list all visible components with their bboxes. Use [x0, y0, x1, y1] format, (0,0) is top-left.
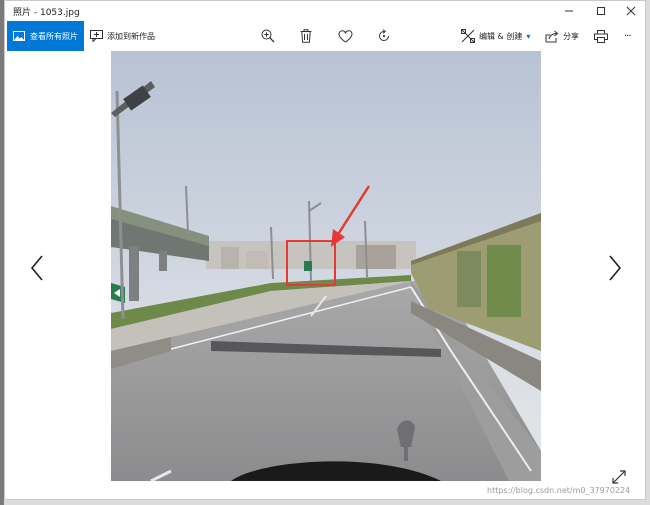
window-title: 照片 - 1053.jpg	[13, 8, 80, 18]
previous-photo-button[interactable]	[25, 251, 49, 285]
chevron-left-icon	[30, 255, 43, 281]
photos-window: 照片 - 1053.jpg 查看所有照片 添加到新作品 编辑 & 创建 ▾ 分享…	[4, 0, 646, 500]
heart-icon	[338, 29, 353, 43]
expand-icon	[612, 470, 626, 484]
more-button[interactable]: ···	[624, 21, 631, 51]
add-to-creation-icon	[90, 30, 103, 42]
share-icon	[545, 30, 559, 42]
print-button[interactable]	[594, 21, 608, 51]
zoom-button[interactable]	[261, 21, 275, 51]
more-icon: ···	[624, 30, 631, 42]
next-photo-button[interactable]	[603, 251, 627, 285]
share-label: 分享	[563, 31, 579, 41]
toolbar: 查看所有照片 添加到新作品 编辑 & 创建 ▾ 分享 ···	[5, 21, 645, 51]
close-icon	[626, 6, 636, 16]
maximize-icon	[597, 7, 605, 15]
favorite-button[interactable]	[338, 21, 353, 51]
view-all-photos-button[interactable]: 查看所有照片	[7, 21, 84, 51]
title-bar: 照片 - 1053.jpg	[5, 1, 645, 21]
minimize-icon	[565, 10, 573, 12]
zoom-icon	[261, 29, 275, 43]
chevron-down-icon: ▾	[526, 31, 531, 41]
photo-viewer: https://blog.csdn.net/m0_37970224	[5, 51, 645, 499]
view-all-photos-label: 查看所有照片	[30, 31, 78, 41]
edit-create-icon	[461, 29, 475, 43]
maximize-button[interactable]	[585, 1, 617, 21]
picture-icon	[13, 31, 25, 41]
add-to-creation-label: 添加到新作品	[107, 31, 155, 41]
minimize-button[interactable]	[553, 1, 585, 21]
photo-image	[111, 51, 541, 481]
trash-icon	[300, 29, 312, 43]
edit-create-button[interactable]: 编辑 & 创建 ▾	[461, 21, 530, 51]
edit-create-label: 编辑 & 创建	[479, 31, 523, 41]
rotate-button[interactable]	[377, 21, 391, 51]
chevron-right-icon	[609, 255, 622, 281]
close-button[interactable]	[615, 1, 647, 21]
watermark-text: https://blog.csdn.net/m0_37970224	[487, 486, 631, 495]
print-icon	[594, 29, 608, 43]
rotate-icon	[379, 29, 389, 41]
delete-button[interactable]	[300, 21, 312, 51]
share-button[interactable]: 分享	[545, 21, 579, 51]
add-to-creation-button[interactable]: 添加到新作品	[90, 21, 155, 51]
